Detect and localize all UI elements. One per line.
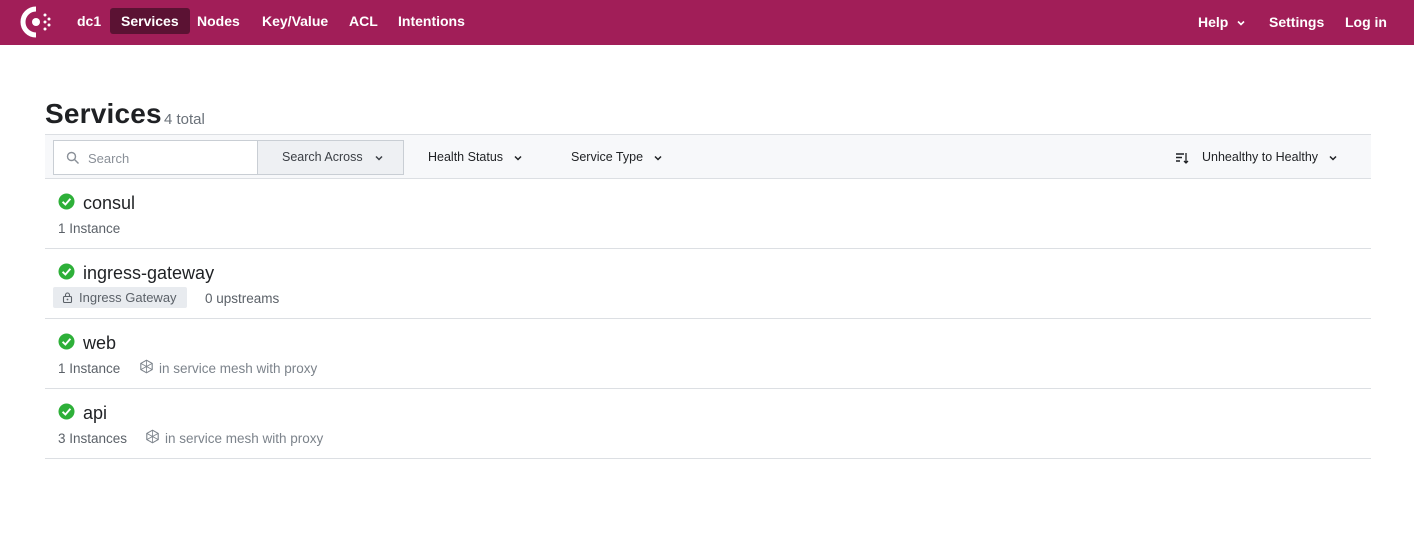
check-circle-icon [58,263,75,280]
help-menu[interactable]: Help [1187,9,1257,35]
consul-logo-icon[interactable] [20,6,54,38]
top-navigation: dc1 Services Nodes Key/Value ACL Intenti… [0,0,1414,45]
nav-key-value[interactable]: Key/Value [251,8,339,34]
mesh-status: in service mesh with proxy [159,361,318,376]
service-mesh-icon [146,429,159,444]
sort-icon [1176,153,1189,164]
nav-nodes[interactable]: Nodes [186,8,251,34]
check-circle-icon [58,333,75,350]
chevron-down-icon [375,155,383,161]
instance-count: 3 Instances [58,431,128,446]
service-type-label: Service Type [571,150,644,164]
chevron-down-icon [1329,155,1337,161]
badge-label: Ingress Gateway [79,290,177,305]
chevron-down-icon [1237,21,1245,26]
datacenter-selector[interactable]: dc1 [66,8,112,34]
sort-dropdown[interactable]: Unhealthy to Healthy [1202,146,1338,168]
instance-count: 1 Instance [58,221,121,236]
gateway-icon [62,292,73,303]
search-input[interactable] [88,149,248,167]
search-icon [66,151,79,164]
nav-acl[interactable]: ACL [338,8,389,34]
help-label: Help [1198,14,1229,30]
search-box [53,140,258,175]
nav-settings[interactable]: Settings [1258,9,1335,35]
health-status-label: Health Status [428,150,504,164]
mesh-status: in service mesh with proxy [165,431,324,446]
service-mesh-icon [140,359,153,374]
service-row-consul[interactable]: consul 1 Instance [45,179,1371,249]
nav-services[interactable]: Services [110,8,190,34]
service-row-web[interactable]: web 1 Instance in service mesh with prox… [45,319,1371,389]
nav-intentions[interactable]: Intentions [387,8,476,34]
upstream-count: 0 upstreams [205,291,280,306]
check-circle-icon [58,403,75,420]
chevron-down-icon [653,155,662,161]
service-name[interactable]: ingress-gateway [83,263,214,284]
service-count: 4 total [164,111,205,128]
nav-login[interactable]: Log in [1334,9,1398,35]
service-type-filter[interactable]: Service Type [571,146,663,168]
service-name[interactable]: consul [83,193,135,214]
check-circle-icon [58,193,75,210]
page-title: Services [45,98,162,129]
service-type-badge: Ingress Gateway [53,287,187,308]
instance-count: 1 Instance [58,361,121,376]
filter-bar: Search Across Health Status Service Type… [45,134,1371,179]
health-status-filter[interactable]: Health Status [428,146,523,168]
chevron-down-icon [514,155,522,161]
service-name[interactable]: api [83,403,107,424]
search-across-dropdown[interactable]: Search Across [257,140,404,175]
sort-label: Unhealthy to Healthy [1202,150,1319,164]
service-name[interactable]: web [83,333,116,354]
service-row-api[interactable]: api 3 Instances in service mesh with pro… [45,389,1371,459]
service-row-ingress-gateway[interactable]: ingress-gateway Ingress Gateway 0 upstre… [45,249,1371,319]
search-across-label: Search Across [282,150,363,164]
